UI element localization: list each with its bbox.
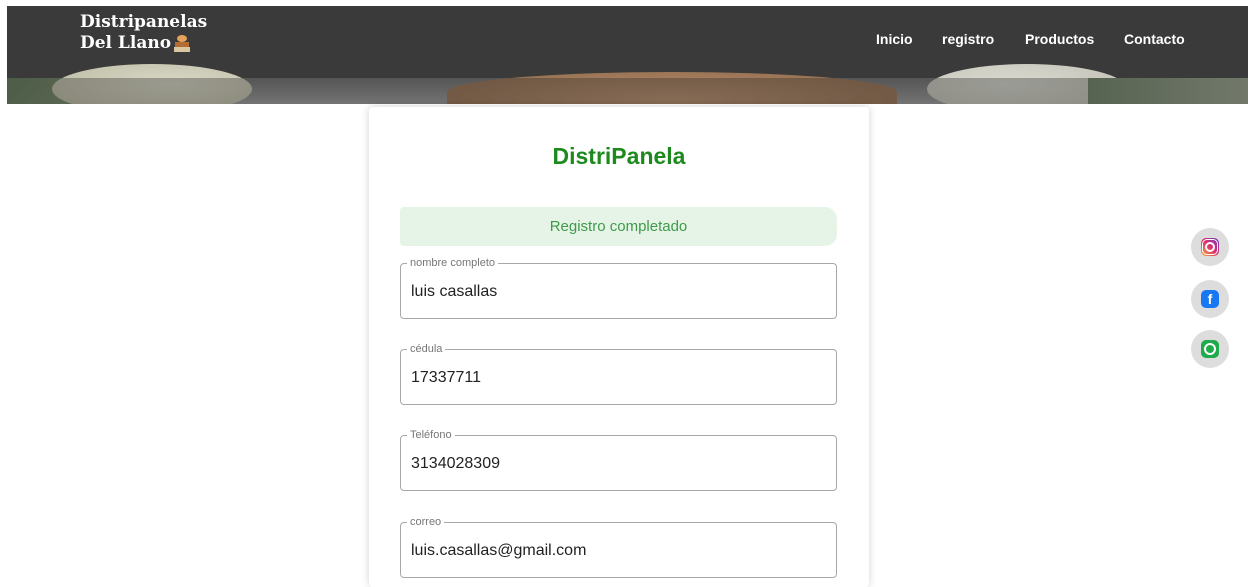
email-label: correo — [407, 515, 445, 529]
phone-label: Teléfono — [407, 428, 455, 442]
whatsapp-button[interactable] — [1191, 330, 1229, 368]
email-input[interactable] — [411, 539, 821, 563]
nav-productos[interactable]: Productos — [1025, 31, 1094, 47]
full-name-field: nombre completo — [400, 256, 837, 319]
nav-registro[interactable]: registro — [942, 31, 994, 47]
cedula-field: cédula — [400, 342, 837, 405]
facebook-icon: f — [1201, 290, 1219, 308]
whatsapp-icon — [1201, 340, 1219, 358]
instagram-icon — [1201, 238, 1219, 256]
main-nav: Inicio registro Productos Contacto — [0, 31, 1248, 51]
registration-card: DistriPanela Registro completado nombre … — [369, 107, 869, 587]
instagram-button[interactable] — [1191, 228, 1229, 266]
nav-inicio[interactable]: Inicio — [876, 31, 913, 47]
phone-field: Teléfono — [400, 428, 837, 491]
brand-name-line1: Distripanelas — [80, 12, 208, 32]
form-title: DistriPanela — [552, 143, 686, 169]
email-field: correo — [400, 515, 837, 578]
facebook-button[interactable]: f — [1191, 280, 1229, 318]
full-name-label: nombre completo — [407, 256, 498, 270]
cedula-label: cédula — [407, 342, 446, 356]
full-name-input[interactable] — [411, 280, 821, 304]
banner-photo — [7, 64, 1248, 104]
phone-input[interactable] — [411, 452, 821, 476]
nav-contacto[interactable]: Contacto — [1124, 31, 1185, 47]
cedula-input[interactable] — [411, 366, 821, 390]
success-alert: Registro completado — [400, 207, 837, 246]
